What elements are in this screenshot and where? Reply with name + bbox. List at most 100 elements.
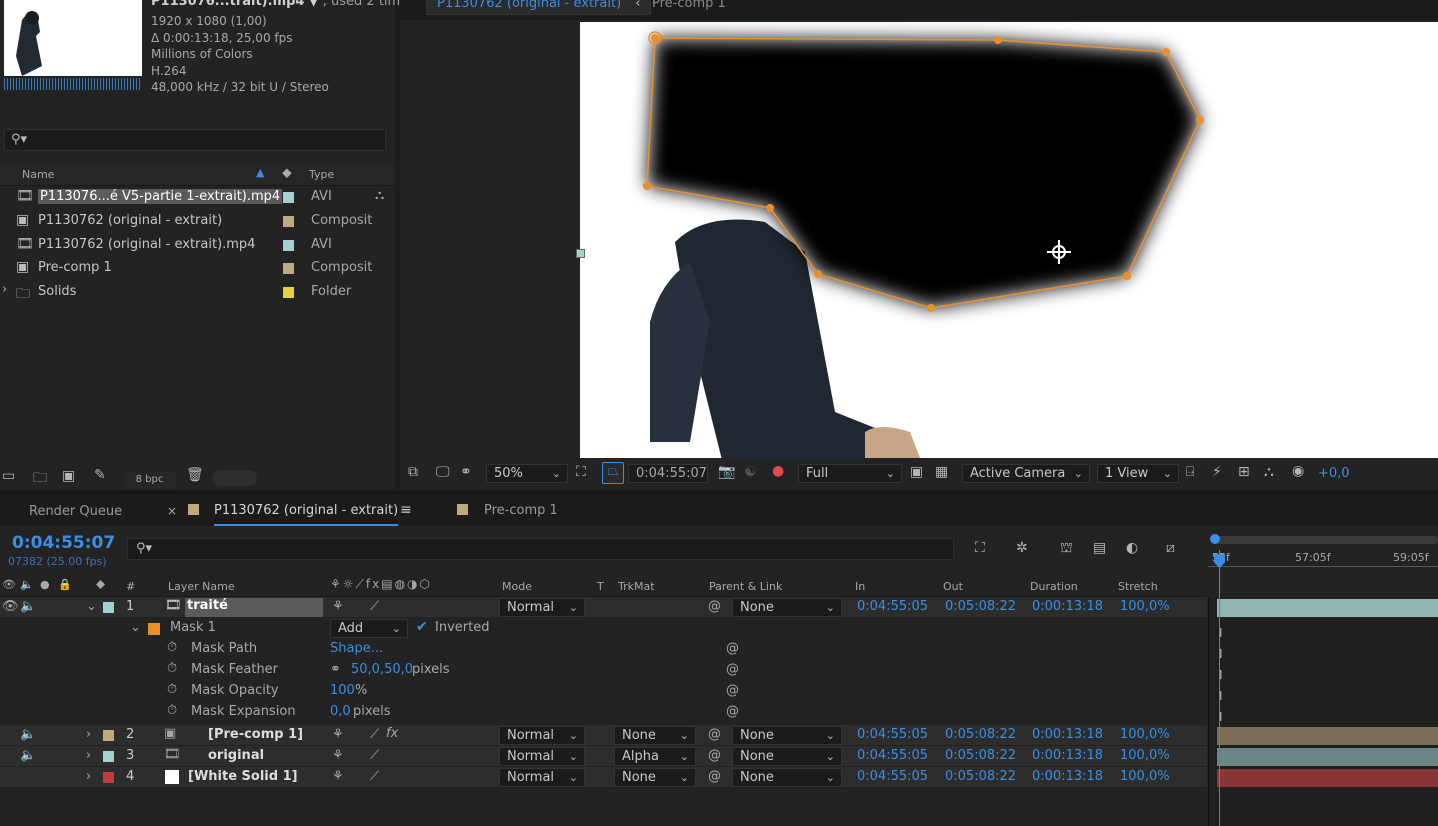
expand-arrow-icon[interactable]: › <box>86 727 91 742</box>
flowchart-icon[interactable]: ⛬ <box>375 188 384 203</box>
stopwatch-icon[interactable]: ⏱ <box>167 661 177 676</box>
layer-in[interactable]: 0:04:55:05 <box>857 727 928 742</box>
views-dropdown[interactable]: 1 View ⌄ <box>1097 464 1179 483</box>
layer-name[interactable]: [Pre-comp 1] <box>208 727 303 742</box>
fast-previews-icon[interactable]: ⚡ <box>1212 464 1222 480</box>
layer-stretch[interactable]: 100,0% <box>1120 727 1170 742</box>
layer-label-color[interactable] <box>103 730 114 741</box>
new-folder-icon[interactable]: 🗀 <box>33 467 47 491</box>
work-area-start[interactable] <box>1210 534 1220 544</box>
motion-blur-icon[interactable]: ◐ <box>1126 540 1138 556</box>
project-item[interactable]: 🗀 Solids Folder › <box>0 281 395 304</box>
tab-render-queue[interactable]: Render Queue <box>29 504 122 519</box>
mask-row[interactable]: ⌄ Mask 1 Add ⌄ ✔ Inverted <box>0 618 1207 639</box>
shy-switch-icon[interactable]: ⚘ <box>332 599 344 614</box>
fx-icon[interactable]: fx <box>386 726 398 741</box>
shy-layers-icon[interactable]: ⛫ <box>1060 540 1073 558</box>
parent-pickwhip-icon[interactable]: @ <box>708 599 721 614</box>
dropdown-arrow-icon[interactable]: ▼ <box>309 0 319 9</box>
layer-parent-dropdown[interactable]: None ⌄ <box>732 768 842 787</box>
frame-blending-icon[interactable]: ▤ <box>1093 540 1106 556</box>
layer-bar-2[interactable] <box>1217 727 1438 745</box>
layer-mode-dropdown[interactable]: Normal ⌄ <box>499 768 585 787</box>
project-item[interactable]: 🎞 P113076...é V5-partie 1-extrait).mp4 AVI… <box>0 186 395 209</box>
layer-stretch[interactable]: 100,0% <box>1120 769 1170 784</box>
stopwatch-icon[interactable]: ⏱ <box>167 682 177 697</box>
tab-precomp[interactable]: Pre-comp 1 <box>484 503 558 518</box>
layer-duration[interactable]: 0:00:13:18 <box>1032 727 1103 742</box>
brush-icon[interactable]: ✎ <box>94 467 106 483</box>
layer-label-color[interactable] <box>103 751 114 762</box>
camera-snapshot-icon[interactable]: 📷 <box>718 464 735 480</box>
snapshot-layers-icon[interactable]: ⧉ <box>408 464 418 480</box>
layer-stretch[interactable]: 100,0% <box>1120 748 1170 763</box>
layer-row-4[interactable]: › 4 [White Solid 1] ⚘ ⟋ Normal ⌄ None ⌄ @ … <box>0 767 1207 788</box>
layer-out[interactable]: 0:05:08:22 <box>945 748 1016 763</box>
layer-row-3[interactable]: 🔈 › 3 🎞 original ⚘ ⟋ Normal ⌄ Alpha ⌄ @ No… <box>0 746 1207 767</box>
viewer-tab-precomp[interactable]: Pre-comp 1 <box>652 0 726 11</box>
project-item-label-color[interactable] <box>283 263 294 275</box>
quality-switch-icon[interactable]: ⟋ <box>370 748 379 763</box>
link-icon[interactable]: ⚭ <box>330 662 341 677</box>
current-timecode[interactable]: 0:04:55:07 <box>12 533 115 553</box>
quality-switch-icon[interactable]: ⟋ <box>370 727 379 742</box>
layer-mode-dropdown[interactable]: Normal ⌄ <box>499 726 585 745</box>
layer-label-color[interactable] <box>103 602 114 613</box>
comp-mini-flowchart-icon[interactable]: ⛶ <box>975 540 985 556</box>
layer-duration[interactable]: 0:00:13:18 <box>1032 599 1103 614</box>
expression-pickwhip-icon[interactable]: @ <box>726 662 739 677</box>
stopwatch-icon[interactable]: ⏱ <box>167 703 177 718</box>
exposure-value[interactable]: +0,0 <box>1318 466 1350 481</box>
mask-mode-dropdown[interactable]: Add ⌄ <box>330 619 408 638</box>
vr-icon[interactable]: ⚭ <box>460 464 472 480</box>
tab-comp[interactable]: P1130762 (original - extrait) <box>214 503 399 526</box>
mask-visibility-icon[interactable]: ⏢ <box>602 462 624 484</box>
quality-switch-icon[interactable]: ⟋ <box>370 769 379 784</box>
time-ruler[interactable]: 55f 57:05f 59:05f <box>1208 534 1438 572</box>
zoom-dropdown[interactable]: 50% ⌄ <box>486 464 568 483</box>
project-item-label-color[interactable] <box>283 215 294 227</box>
layer-name[interactable]: [White Solid 1] <box>188 769 298 784</box>
stopwatch-icon[interactable]: ⏱ <box>167 640 177 655</box>
mask-path-value[interactable]: Shape... <box>330 641 383 656</box>
toggle-pixel-aspect-icon[interactable]: ⍈ <box>1186 464 1194 480</box>
layer-duration[interactable]: 0:00:13:18 <box>1032 748 1103 763</box>
draft-3d-icon[interactable]: ✲ <box>1016 540 1028 556</box>
layer-stretch[interactable]: 100,0% <box>1120 599 1170 614</box>
layer-bar-3[interactable] <box>1217 748 1438 766</box>
column-type[interactable]: Type <box>309 168 334 181</box>
project-item[interactable]: ▣ Pre-comp 1 Compositi <box>0 257 395 280</box>
resolution-dropdown[interactable]: Full ⌄ <box>798 464 902 483</box>
close-icon[interactable]: × <box>167 504 177 518</box>
layer-in[interactable]: 0:04:55:05 <box>857 769 928 784</box>
expand-arrow-icon[interactable]: › <box>2 282 7 297</box>
layer-mode-dropdown[interactable]: Normal ⌄ <box>499 747 585 766</box>
region-of-interest-icon[interactable]: ▣ <box>910 464 923 480</box>
parent-pickwhip-icon[interactable]: @ <box>708 727 721 742</box>
audio-icon[interactable]: 🔈 <box>20 727 36 742</box>
expression-pickwhip-icon[interactable]: @ <box>726 704 739 719</box>
column-name[interactable]: Name <box>22 168 54 181</box>
monitor-icon[interactable]: 🖵 <box>436 464 450 480</box>
graph-editor-icon[interactable]: ⧄ <box>1166 540 1175 556</box>
layer-out[interactable]: 0:05:08:22 <box>945 727 1016 742</box>
layer-duration[interactable]: 0:00:13:18 <box>1032 769 1103 784</box>
show-snapshot-icon[interactable]: ☯ <box>744 464 757 480</box>
timeline-search-input[interactable]: ⚲▾ <box>127 538 954 560</box>
layer-out[interactable]: 0:05:08:22 <box>945 599 1016 614</box>
expand-arrow-icon[interactable]: › <box>86 748 91 763</box>
quality-switch-icon[interactable]: ⟋ <box>370 599 379 614</box>
comp-canvas[interactable] <box>580 22 1438 458</box>
project-item[interactable]: ▣ P1130762 (original - extrait) Compositi <box>0 210 395 233</box>
parent-pickwhip-icon[interactable]: @ <box>708 769 721 784</box>
layer-parent-dropdown[interactable]: None ⌄ <box>732 726 842 745</box>
timeline-track-area[interactable]: IIIII <box>1208 597 1438 826</box>
playhead[interactable] <box>1219 550 1220 826</box>
layer-trkmat-dropdown[interactable]: Alpha ⌄ <box>614 747 696 766</box>
project-item-label-color[interactable] <box>283 192 294 203</box>
mask-expansion-value[interactable]: 0,0 <box>330 704 351 719</box>
layer-label-color[interactable] <box>103 772 114 783</box>
layer-trkmat-dropdown[interactable]: None ⌄ <box>614 726 696 745</box>
layer-name[interactable]: traité <box>185 598 323 617</box>
canvas-edge-handle[interactable] <box>576 249 585 258</box>
